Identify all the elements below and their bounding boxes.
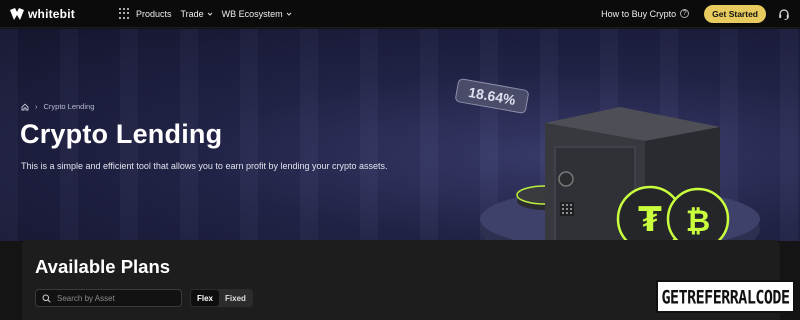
whitebit-logo-icon [10,7,24,20]
top-navbar: whitebit Products Trade WB Ecosystem How… [0,0,800,28]
search-box[interactable] [35,289,182,307]
chevron-down-icon [286,12,292,16]
hero-banner: ₮ ₿ 18.64% › Crypto Lending Crypto Lendi… [0,29,800,241]
brand-name: whitebit [28,6,75,21]
search-icon [42,294,51,303]
apps-grid-icon[interactable] [118,7,131,20]
how-to-buy-label: How to Buy Crypto [601,8,677,19]
nav-wb-ecosystem[interactable]: WB Ecosystem [222,9,292,19]
brand-logo[interactable]: whitebit [10,7,75,21]
nav-wb-ecosystem-label: WB Ecosystem [221,8,283,19]
nav-trade-label: Trade [180,8,204,19]
toggle-flex[interactable]: Flex [191,290,220,306]
breadcrumb: › Crypto Lending [21,102,94,111]
svg-text:₿: ₿ [686,204,710,239]
nav-trade[interactable]: Trade [180,8,213,19]
watermark-text: GETREFERRALCODE [661,285,790,308]
toggle-fixed[interactable]: Fixed [219,290,252,306]
plan-type-toggle: Flex Fixed [190,289,253,307]
page-title: Crypto Lending [20,119,223,149]
get-started-button[interactable]: Get Started [704,4,766,23]
help-icon: ? [680,9,690,18]
svg-text:₮: ₮ [638,200,662,240]
home-icon[interactable] [21,103,29,111]
chevron-down-icon [207,12,213,16]
page-subtitle: This is a simple and efficient tool that… [21,161,388,171]
referral-watermark: GETREFERRALCODE [656,280,795,313]
breadcrumb-current: Crypto Lending [43,102,95,111]
nav-products[interactable]: Products [136,9,172,19]
plans-title: Available Plans [35,256,171,277]
breadcrumb-separator: › [35,102,38,111]
how-to-buy-link[interactable]: How to Buy Crypto ? [601,8,690,19]
headset-support-icon[interactable] [778,8,790,20]
nav-products-label: Products [135,8,172,19]
search-input[interactable] [57,293,167,303]
